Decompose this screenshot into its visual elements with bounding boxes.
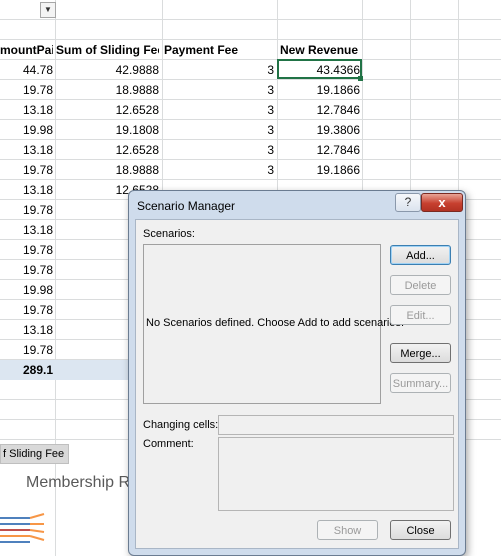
cell-new-revenue[interactable]: 19.3806 (280, 120, 360, 140)
changing-cells-label: Changing cells: (143, 419, 219, 431)
header-sum-sliding-fee[interactable]: Sum of Sliding Fee (56, 40, 159, 60)
cell-amount-paid[interactable]: 19.78 (0, 80, 53, 100)
comment-field[interactable] (218, 437, 454, 511)
scenario-manager-dialog: Scenario Manager ? x Scenarios: No Scena… (128, 190, 466, 556)
cell-payment-fee[interactable]: 3 (164, 160, 274, 180)
cell-sliding-fee[interactable]: 19.1808 (56, 120, 159, 140)
cell-amount-paid[interactable]: 44.78 (0, 60, 53, 80)
cell-amount-paid[interactable]: 19.98 (0, 120, 53, 140)
cell-sliding-fee[interactable]: 18.9888 (56, 160, 159, 180)
cell-amount-paid[interactable]: 13.18 (0, 180, 53, 200)
pivot-field-button[interactable]: f Sliding Fee (0, 444, 70, 464)
close-icon[interactable]: x (421, 193, 463, 212)
dialog-body: Scenarios: No Scenarios defined. Choose … (135, 219, 459, 549)
header-payment-fee[interactable]: Payment Fee (164, 40, 274, 60)
cell-amount-paid[interactable]: 13.18 (0, 100, 53, 120)
cell-sliding-fee[interactable]: 18.9888 (56, 80, 159, 100)
selected-cell-outline (277, 59, 362, 79)
cell-payment-fee[interactable]: 3 (164, 120, 274, 140)
edit-button[interactable]: Edit... (390, 305, 451, 325)
row-line (0, 19, 501, 20)
add-button[interactable]: Add... (390, 245, 451, 265)
dialog-titlebar[interactable]: Scenario Manager ? x (129, 191, 465, 219)
fill-handle[interactable] (358, 76, 363, 81)
cell-sliding-fee[interactable]: 12.6528 (56, 140, 159, 160)
cell-new-revenue[interactable]: 12.7846 (280, 140, 360, 160)
cell-new-revenue[interactable]: 12.7846 (280, 100, 360, 120)
comment-label: Comment: (143, 438, 194, 450)
cell-payment-fee[interactable]: 3 (164, 80, 274, 100)
cell-amount-paid[interactable]: 19.78 (0, 260, 53, 280)
header-amount-paid[interactable]: mountPaid (0, 40, 53, 60)
funnel-chart-icon (0, 513, 45, 543)
cell-payment-fee[interactable]: 3 (164, 140, 274, 160)
cell-amount-paid[interactable]: 13.18 (0, 140, 53, 160)
cell-sliding-fee[interactable]: 12.6528 (56, 100, 159, 120)
total-amount-paid[interactable]: 289.1 (0, 360, 53, 380)
merge-button[interactable]: Merge... (390, 343, 451, 363)
cell-amount-paid[interactable]: 19.78 (0, 240, 53, 260)
cell-new-revenue[interactable]: 19.1866 (280, 160, 360, 180)
filter-dropdown-icon[interactable]: ▼ (40, 2, 56, 18)
scenarios-list[interactable]: No Scenarios defined. Choose Add to add … (143, 244, 405, 404)
cell-amount-paid[interactable]: 19.78 (0, 160, 53, 180)
cell-payment-fee[interactable]: 3 (164, 100, 274, 120)
summary-button[interactable]: Summary... (390, 373, 451, 393)
help-button[interactable]: ? (395, 193, 421, 212)
dialog-title: Scenario Manager (137, 199, 236, 213)
changing-cells-field[interactable] (218, 415, 454, 435)
empty-scenarios-message: No Scenarios defined. Choose Add to add … (146, 317, 405, 329)
cell-amount-paid[interactable]: 19.78 (0, 200, 53, 220)
cell-amount-paid[interactable]: 13.18 (0, 220, 53, 240)
cell-sliding-fee[interactable]: 42.9888 (56, 60, 159, 80)
scenarios-label: Scenarios: (143, 228, 195, 240)
cell-payment-fee[interactable]: 3 (164, 60, 274, 80)
cell-new-revenue[interactable]: 19.1866 (280, 80, 360, 100)
header-new-revenue[interactable]: New Revenue (280, 40, 360, 60)
chart-title: Membership Re (26, 474, 139, 491)
delete-button[interactable]: Delete (390, 275, 451, 295)
close-button[interactable]: Close (390, 520, 451, 540)
cell-amount-paid[interactable]: 19.98 (0, 280, 53, 300)
show-button[interactable]: Show (317, 520, 378, 540)
cell-amount-paid[interactable]: 19.78 (0, 340, 53, 360)
cell-amount-paid[interactable]: 13.18 (0, 320, 53, 340)
cell-amount-paid[interactable]: 19.78 (0, 300, 53, 320)
